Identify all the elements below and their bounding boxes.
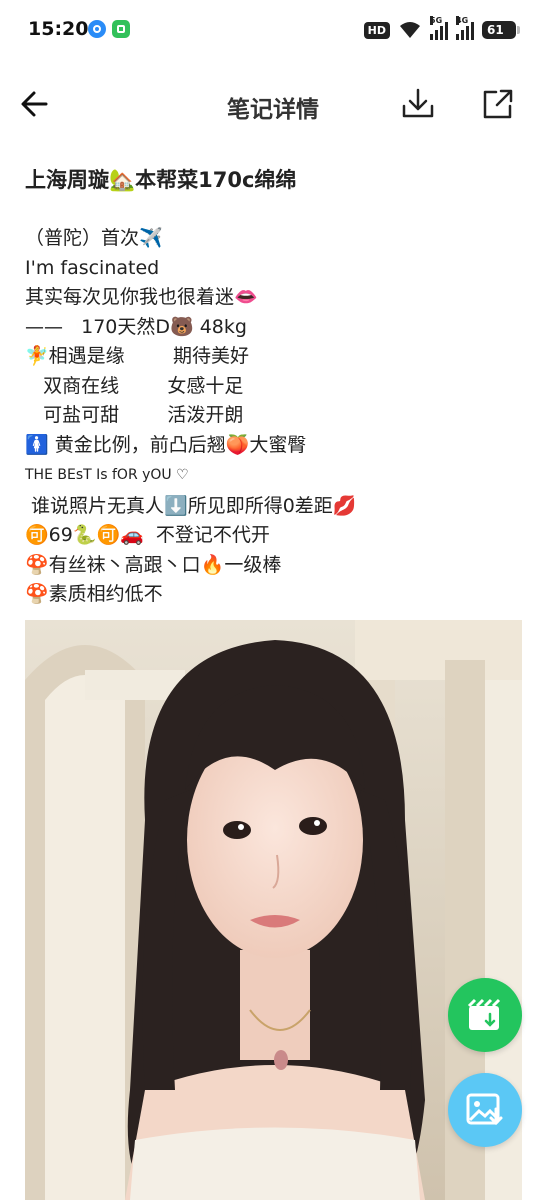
- page-title: 笔记详情: [227, 97, 319, 123]
- video-download-button[interactable]: [448, 978, 522, 1052]
- note-line: 谁说照片无真人⬇️所见即所得0差距💋: [25, 494, 357, 517]
- note-line: 可盐可甜 活泼开朗: [25, 404, 244, 426]
- note-line: 🧚相遇是缘 期待美好: [25, 345, 249, 367]
- note-line: 双商在线 女感十足: [25, 374, 244, 397]
- video-download-icon: [467, 998, 501, 1030]
- note-line: —— 170天然D🐻 48kg: [25, 315, 247, 338]
- signal-5g-icon: 5G: [430, 16, 448, 40]
- note-line: 🍄素质相约低不: [25, 583, 163, 605]
- notification-app-icon: [88, 20, 106, 38]
- note-line: THE BEsT Is fOR yOU ♡: [25, 467, 189, 483]
- wifi-icon: [400, 22, 420, 38]
- network-4g-label: 4G: [456, 16, 469, 25]
- hd-badge: HD: [363, 21, 390, 39]
- note-title: 上海周璇🏡本帮菜170c绵绵: [25, 168, 297, 192]
- note-body: （普陀）首次✈️ I'm fascinated 其实每次见你我也很着迷👄 —— …: [25, 224, 525, 610]
- top-nav: 笔记详情: [0, 72, 546, 136]
- status-time: 15:20: [28, 18, 89, 40]
- note-line: 其实每次见你我也很着迷👄: [25, 286, 258, 308]
- status-indicators: HD 5G 4G 61: [363, 16, 520, 42]
- notification-message-icon: [112, 20, 130, 38]
- status-bar: 15:20 HD 5G 4G 61: [0, 0, 546, 60]
- image-download-icon: [466, 1093, 503, 1126]
- note-line: 🚺 黄金比例，前凸后翘🍑大蜜臀: [25, 433, 307, 456]
- note-line: （普陀）首次✈️: [25, 227, 163, 249]
- share-external-icon: [483, 89, 513, 119]
- note-line: 🍄有丝袜丶高跟丶口🔥一级棒: [25, 553, 282, 576]
- image-download-button[interactable]: [448, 1073, 522, 1147]
- note-line: I'm fascinated: [25, 256, 160, 279]
- download-button[interactable]: [398, 84, 438, 124]
- network-5g-label: 5G: [430, 16, 443, 25]
- signal-4g-icon: 4G: [456, 16, 474, 40]
- note-line: 🉑69🐍🉑🚗 不登记不代开: [25, 524, 270, 546]
- download-icon: [402, 88, 434, 118]
- share-button[interactable]: [478, 84, 518, 124]
- battery-icon: 61: [482, 21, 520, 39]
